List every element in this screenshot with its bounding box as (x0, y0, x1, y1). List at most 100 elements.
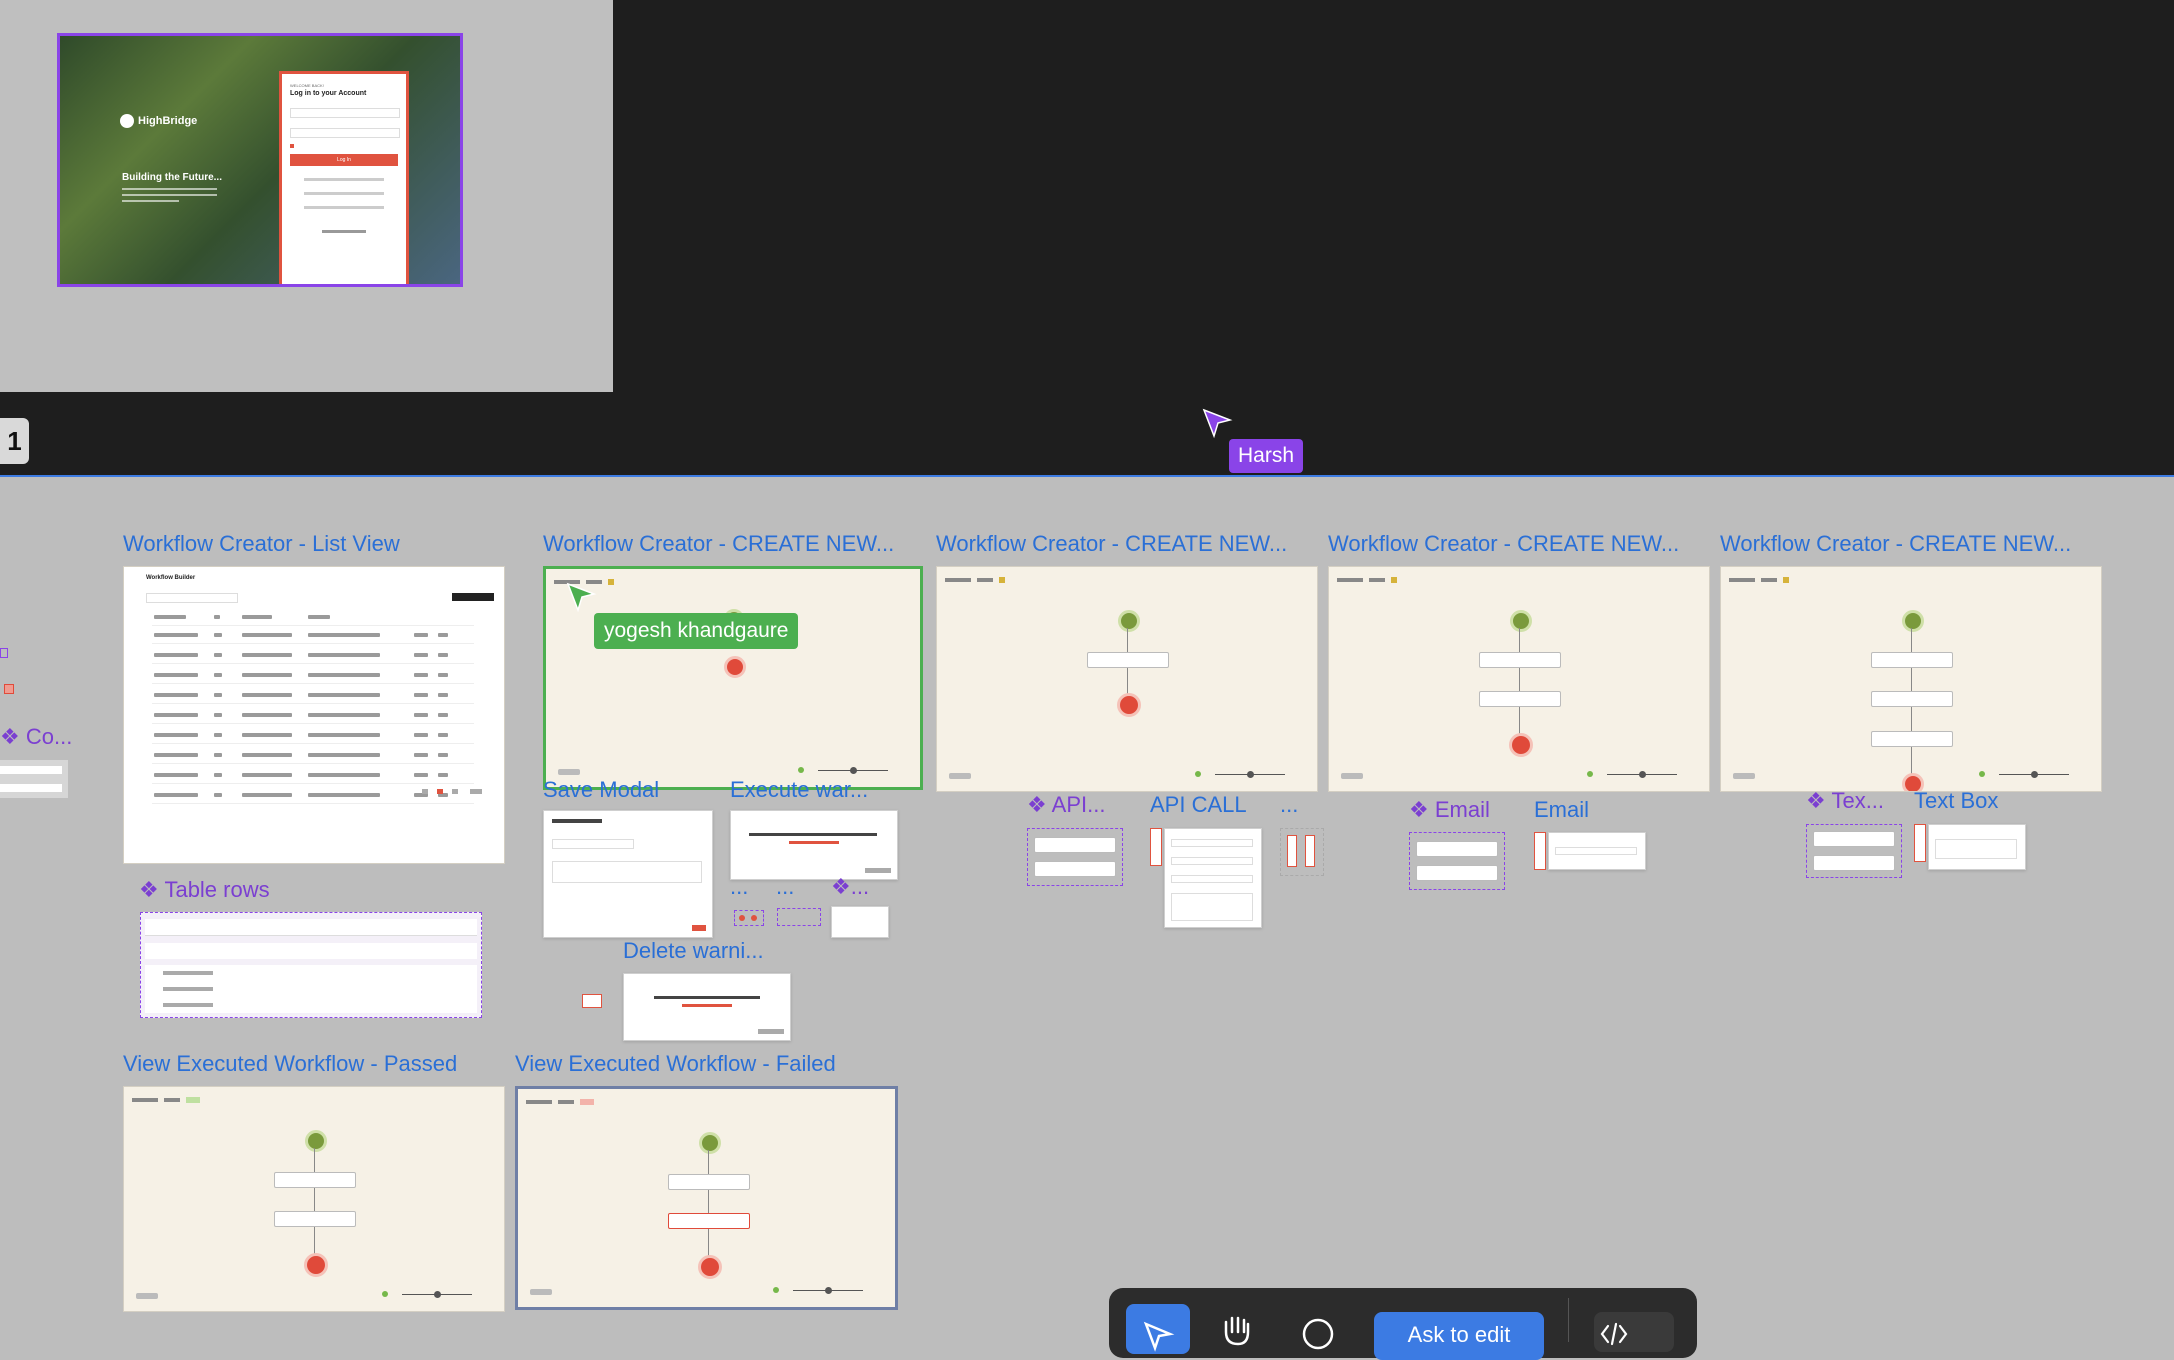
hand-tool-button[interactable] (1212, 1310, 1262, 1350)
delete-icon-component[interactable] (582, 994, 602, 1008)
component-icon: ❖ (1806, 788, 1826, 813)
frame-label-save-modal[interactable]: Save Modal (543, 777, 659, 803)
undo-redo[interactable] (1341, 773, 1363, 779)
frame-create-3[interactable] (1328, 566, 1710, 792)
pointer-icon (1202, 408, 1233, 439)
frame-create-1[interactable] (543, 566, 923, 790)
dev-mode-toggle[interactable] (1594, 1312, 1674, 1352)
move-tool-button[interactable] (1126, 1304, 1190, 1354)
frame-label-passed[interactable]: View Executed Workflow - Passed (123, 1051, 457, 1077)
component-label-api[interactable]: ❖ API... (1027, 792, 1105, 818)
login-frame-thumbnail[interactable]: HighBridge Building the Future... WELCOM… (57, 33, 463, 287)
run-buttons-component[interactable] (734, 910, 764, 926)
zoom-slider[interactable] (1587, 771, 1697, 779)
label-ellipsis-2[interactable]: ... (776, 874, 794, 900)
frame-label-create-2[interactable]: Workflow Creator - CREATE NEW... (936, 531, 1287, 557)
frame-head (132, 1095, 200, 1105)
frame-label-api-call[interactable]: API CALL (1150, 792, 1247, 818)
zoom-slider[interactable] (1195, 771, 1305, 779)
login-button[interactable]: Log In (290, 154, 398, 166)
frame-executed-passed[interactable] (123, 1086, 505, 1312)
component-icon: ❖ (831, 874, 851, 899)
zoom-slider[interactable] (382, 1291, 492, 1299)
frame-label-create-3[interactable]: Workflow Creator - CREATE NEW... (1328, 531, 1679, 557)
comment-icon (1302, 1318, 1334, 1350)
frame-head (945, 575, 1005, 585)
frame-label-delete-warning[interactable]: Delete warni... (623, 938, 764, 964)
zoom-slider[interactable] (1979, 771, 2089, 779)
dropdown-menu-thumb[interactable] (831, 906, 889, 938)
api-node (1479, 652, 1561, 668)
frame-list-view[interactable]: Workflow Builder (123, 566, 505, 864)
component-api-nodes[interactable] (1027, 828, 1123, 886)
component-label-table-rows[interactable]: ❖ Table rows (139, 877, 270, 903)
login-tagline-desc (122, 188, 217, 210)
email-field[interactable] (290, 108, 400, 118)
zoom-slider[interactable] (798, 767, 908, 775)
social-login-google[interactable] (304, 178, 384, 181)
undo-redo[interactable] (949, 773, 971, 779)
component-icon: ❖ (1409, 797, 1429, 822)
frame-label-failed[interactable]: View Executed Workflow - Failed (515, 1051, 836, 1077)
label-ellipsis-3[interactable]: ... (1280, 792, 1298, 818)
undo-redo[interactable] (1733, 773, 1755, 779)
remember-checkbox[interactable] (290, 144, 294, 148)
frame-create-4[interactable] (1720, 566, 2102, 792)
brand-name: HighBridge (138, 115, 198, 127)
end-node (304, 1253, 328, 1277)
email-node (274, 1211, 356, 1227)
frame-label-execute-warning[interactable]: Execute war... (730, 777, 868, 803)
comment-tool-button[interactable] (1294, 1310, 1344, 1350)
frame-label-email[interactable]: Email (1534, 797, 1589, 823)
api-node (274, 1172, 356, 1188)
api-config-tabs[interactable] (1280, 828, 1324, 876)
undo-redo[interactable] (136, 1293, 158, 1299)
social-login-facebook[interactable] (304, 192, 384, 195)
collaborator-tag-yogesh: yogesh khandgaure (594, 613, 799, 649)
list-view-title: Workflow Builder (146, 575, 196, 581)
frame-label-list-view[interactable]: Workflow Creator - List View (123, 531, 400, 557)
zoom-slider[interactable] (773, 1287, 883, 1295)
create-workflow-button[interactable] (452, 593, 494, 601)
delete-warning-thumb[interactable] (623, 973, 791, 1041)
email-side-tab[interactable] (1534, 832, 1546, 870)
component-text-nodes[interactable] (1806, 824, 1902, 878)
component-table-rows[interactable] (140, 912, 482, 1018)
frame-label-create-4[interactable]: Workflow Creator - CREATE NEW... (1720, 531, 2071, 557)
frame-create-2[interactable] (936, 566, 1318, 792)
component-label-text[interactable]: ❖ Tex... (1806, 788, 1884, 814)
ask-to-edit-button[interactable]: Ask to edit (1374, 1312, 1544, 1360)
text-box-panel-thumb[interactable] (1928, 824, 2026, 870)
status-buttons-component[interactable] (777, 908, 821, 926)
frame-head (526, 1097, 594, 1107)
frame-label-text-box[interactable]: Text Box (1914, 788, 1998, 814)
api-side-tab[interactable] (1150, 828, 1162, 866)
component-label-partial[interactable]: ❖ Co... (0, 724, 72, 750)
password-field[interactable] (290, 128, 400, 138)
start-node (1510, 610, 1532, 632)
undo-redo[interactable] (530, 1289, 552, 1295)
login-welcome: WELCOME BACK! (290, 83, 324, 88)
component-label-email[interactable]: ❖ Email (1409, 797, 1490, 823)
execute-warning-thumb[interactable] (730, 810, 898, 880)
component-email-nodes[interactable] (1409, 832, 1505, 890)
pagination[interactable] (422, 789, 482, 794)
signup-link[interactable] (322, 230, 366, 233)
social-login-apple[interactable] (304, 206, 384, 209)
frame-label-create-1[interactable]: Workflow Creator - CREATE NEW... (543, 531, 894, 557)
undo-redo[interactable] (558, 769, 580, 775)
email-panel-thumb[interactable] (1548, 832, 1646, 870)
toolbar-separator (1568, 1298, 1569, 1342)
brand-mark-icon (120, 114, 134, 128)
api-call-panel-thumb[interactable] (1164, 828, 1262, 928)
label-ellipsis-1[interactable]: ... (730, 874, 748, 900)
frame-executed-failed[interactable] (515, 1086, 898, 1310)
component-icon: ❖ (0, 724, 20, 749)
partial-component-b (4, 684, 14, 694)
partial-component-c (0, 760, 68, 798)
page-number-badge[interactable]: 1 (0, 418, 29, 464)
component-label-dots[interactable]: ❖... (831, 874, 869, 900)
list-search[interactable] (146, 593, 238, 603)
text-side-tab[interactable] (1914, 824, 1926, 862)
save-modal-thumb[interactable] (543, 810, 713, 938)
